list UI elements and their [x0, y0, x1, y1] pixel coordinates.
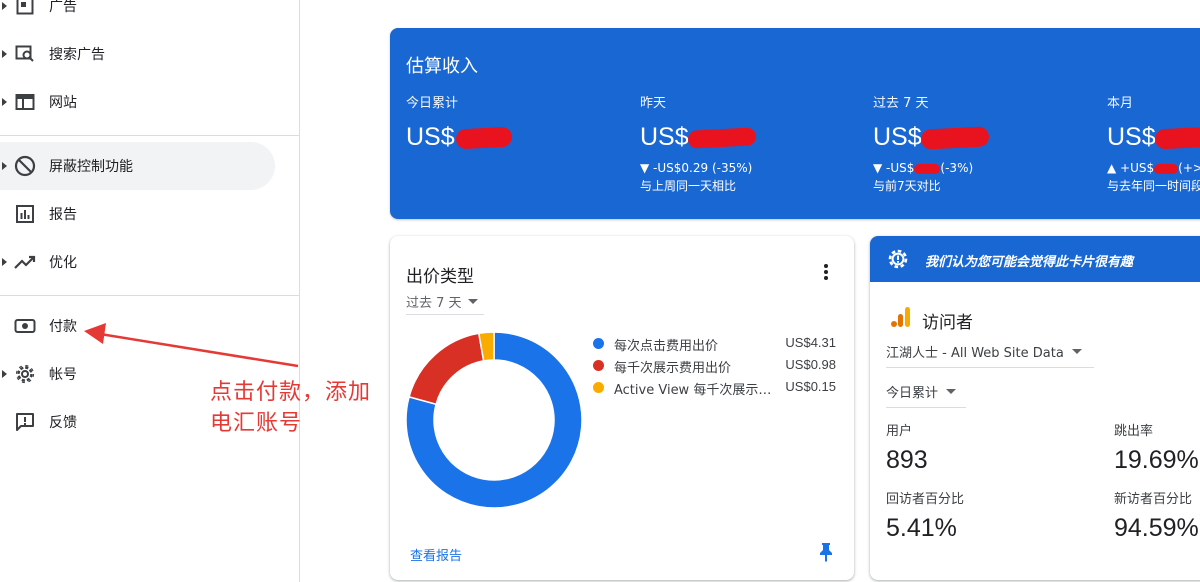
legend-label: 每千次展示费用出价 [614, 361, 732, 376]
earnings-title: 估算收入 [406, 56, 478, 77]
property-value: 江湖人士 - All Web Site Data [886, 346, 1064, 361]
suggestion-banner-text: 我们认为您可能会觉得此卡片很有趣 [925, 255, 1134, 270]
metric-value-users: 893 [886, 446, 928, 474]
earnings-last-7-days: 过去 7 天 US$ ▼ -US$ (-3%) 与前7天对比 [873, 92, 1093, 194]
legend-label: 每次点击费用出价 [614, 339, 719, 354]
donut-slice-1[interactable] [408, 332, 485, 406]
legend-label: Active View 每千次展示… [614, 383, 772, 398]
visitors-range-value: 今日累计 [886, 386, 939, 401]
earnings-change: ▲ +US$ (+>5 [1107, 161, 1200, 175]
annotation-arrow [84, 323, 299, 368]
more-options-icon[interactable] [816, 262, 836, 282]
earnings-label: 昨天 [640, 96, 667, 111]
date-range-dropdown[interactable]: 过去 7 天 [406, 292, 478, 311]
earnings-change-suffix: (-3%) [940, 161, 974, 175]
metric-value-bounce-rate: 19.69% [1114, 446, 1199, 474]
metric-value-new: 94.59% [1114, 514, 1199, 542]
earnings-change-suffix: (+>5 [1178, 161, 1200, 175]
legend-swatch [593, 360, 604, 371]
earnings-label: 过去 7 天 [873, 96, 929, 111]
earnings-amount-prefix: US$ [1107, 123, 1156, 151]
settings-icon [888, 249, 908, 269]
metric-label-returning: 回访者百分比 [886, 492, 965, 507]
redaction-mark [1154, 126, 1200, 150]
analytics-logo-icon [891, 307, 910, 327]
date-range-value: 过去 7 天 [406, 296, 462, 311]
chevron-down-icon [467, 299, 478, 304]
metric-value-returning: 5.41% [886, 514, 957, 542]
metric-label-users: 用户 [886, 424, 913, 439]
redaction-mark [920, 126, 990, 150]
visitors-title: 访问者 [922, 313, 973, 333]
dropdown-underline [886, 407, 966, 408]
earnings-change: ▼ -US$0.29 (-35%) [640, 161, 753, 175]
earnings-this-month: 本月 US$ ▲ +US$ (+>5 与去年同一时间段 [1107, 92, 1200, 194]
legend-value: US$0.15 [785, 379, 836, 394]
metric-label-bounce-rate: 跳出率 [1114, 424, 1154, 439]
bid-type-donut-chart [405, 331, 583, 509]
suggestion-banner: 我们认为您可能会觉得此卡片很有趣 [870, 236, 1200, 282]
earnings-today: 今日累计 US$ [406, 92, 626, 155]
dropdown-underline [886, 367, 1094, 368]
redaction-mark [687, 127, 757, 149]
view-report-link[interactable]: 查看报告 [410, 545, 462, 564]
earnings-amount-prefix: US$ [640, 123, 689, 151]
earnings-change-prefix: ▲ +US$ [1107, 161, 1155, 175]
chart-legend: 每次点击费用出价 US$4.31 每千次展示费用出价 US$0.98 Activ… [590, 334, 840, 400]
chevron-down-icon [1071, 349, 1082, 354]
earnings-label: 本月 [1107, 96, 1134, 111]
visitors-range-dropdown[interactable]: 今日累计 [886, 382, 957, 401]
metric-label-new: 新访者百分比 [1114, 492, 1193, 507]
estimated-earnings-card[interactable]: 估算收入 今日累计 US$ 昨天 US$ ▼ -US$0.29 (-35%) 与… [390, 28, 1200, 219]
earnings-change-prefix: ▼ -US$ [873, 161, 915, 175]
legend-item: 每千次展示费用出价 US$0.98 [590, 356, 840, 378]
annotation-text-line1: 点击付款，添加 [210, 380, 372, 405]
earnings-compare: 与前7天对比 [873, 179, 941, 193]
legend-item: 每次点击费用出价 US$4.31 [590, 334, 840, 356]
earnings-amount: US$ [406, 123, 626, 155]
earnings-amount-prefix: US$ [873, 123, 922, 151]
legend-value: US$0.98 [785, 357, 836, 372]
earnings-compare: 与去年同一时间段 [1107, 179, 1200, 193]
visitors-card: 我们认为您可能会觉得此卡片很有趣 访问者 江湖人士 - All Web Site… [870, 236, 1200, 580]
dropdown-underline [406, 314, 484, 315]
bid-type-title: 出价类型 [406, 267, 474, 287]
legend-swatch [593, 382, 604, 393]
earnings-amount: US$ [873, 123, 1093, 155]
annotation-text-line2: 电汇账号 [210, 411, 303, 436]
earnings-compare: 与上周同一天相比 [640, 179, 737, 193]
legend-value: US$4.31 [785, 335, 836, 350]
property-dropdown[interactable]: 江湖人士 - All Web Site Data [886, 342, 1082, 361]
redaction-mark [455, 126, 513, 150]
earnings-amount-prefix: US$ [406, 123, 455, 151]
redaction-mark [1154, 163, 1179, 174]
bid-type-card: 出价类型 过去 7 天 每次点击费用出价 US$4.31 每千次展示费用出价 U… [390, 236, 854, 580]
earnings-change: ▼ -US$ (-3%) [873, 161, 1093, 175]
pin-icon[interactable] [818, 542, 834, 562]
earnings-label: 今日累计 [406, 96, 459, 111]
earnings-yesterday: 昨天 US$ ▼ -US$0.29 (-35%) 与上周同一天相比 [640, 92, 860, 194]
earnings-amount: US$ [640, 123, 860, 155]
earnings-amount: US$ [1107, 123, 1200, 155]
legend-swatch [593, 338, 604, 349]
legend-item: Active View 每千次展示… US$0.15 [590, 378, 840, 400]
redaction-mark [914, 163, 941, 174]
chevron-down-icon [946, 389, 957, 394]
